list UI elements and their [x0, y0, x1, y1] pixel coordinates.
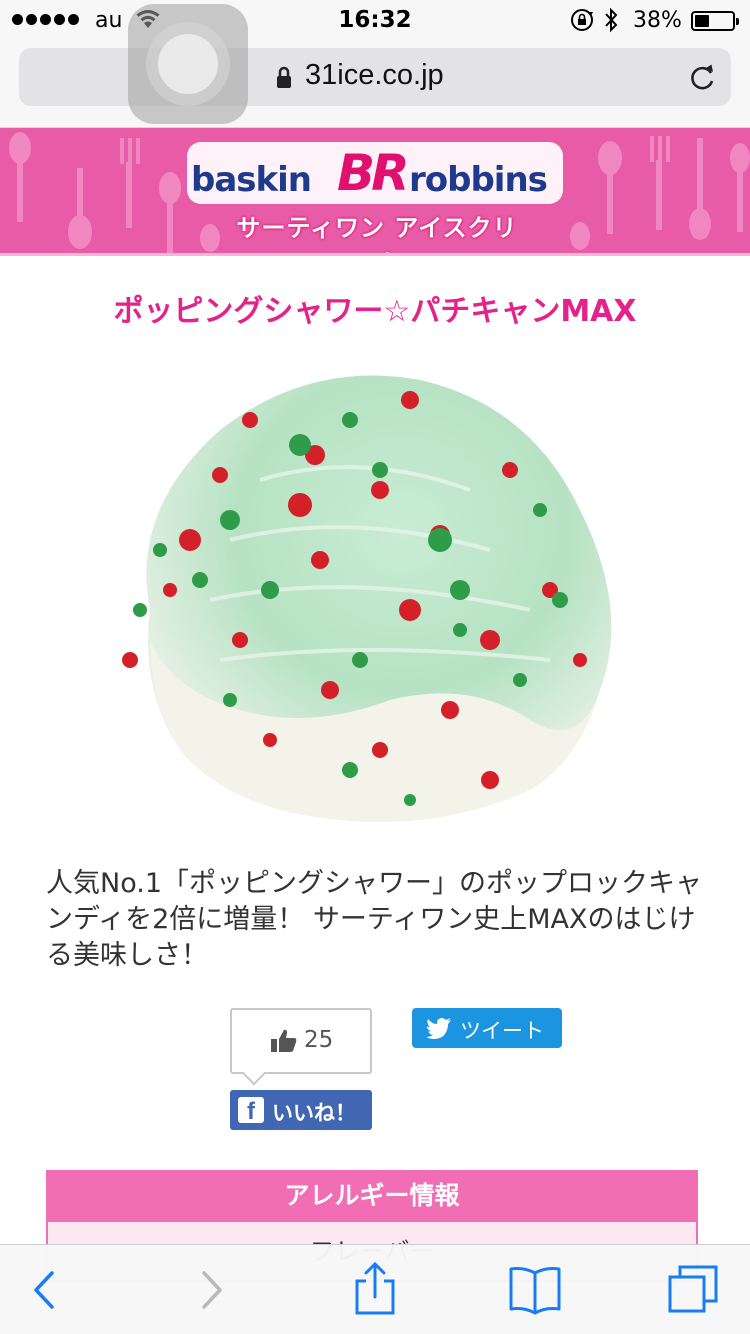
- assistive-touch-button[interactable]: [128, 4, 248, 124]
- facebook-like-button[interactable]: f いいね！: [230, 1090, 372, 1130]
- rotation-lock-icon: [569, 8, 595, 38]
- tabs-icon: [668, 1265, 718, 1313]
- back-icon: [34, 1271, 54, 1309]
- product-description: 人気No.1「ポッピングシャワー」のポップロックキャンディを2倍に増量！ サーテ…: [46, 868, 703, 971]
- back-button[interactable]: [0, 1245, 90, 1334]
- like-count: 25: [304, 1027, 334, 1053]
- like-count-box: 25: [230, 1008, 372, 1086]
- battery-percentage: 38%: [633, 8, 682, 33]
- thumbs-up-icon: [270, 1028, 298, 1058]
- padlock-icon: [275, 66, 293, 94]
- status-bar: au 16:32 38%: [0, 0, 750, 40]
- battery-icon: [691, 11, 739, 31]
- facebook-icon: f: [238, 1097, 264, 1123]
- tweet-button[interactable]: ツイート: [412, 1008, 562, 1048]
- share-button[interactable]: [330, 1245, 420, 1334]
- allergy-header: アレルギー情報: [46, 1170, 698, 1222]
- safari-bottom-toolbar: [0, 1244, 750, 1334]
- bookmarks-icon: [509, 1267, 561, 1315]
- safari-address-bar: 31ice.co.jp: [0, 40, 750, 128]
- baskin-robbins-logo[interactable]: baskin BR robbins サーティワン アイスクリーム: [187, 142, 563, 253]
- url-text: 31ice.co.jp: [305, 59, 444, 91]
- logo-subtitle: サーティワン アイスクリーム: [236, 214, 518, 253]
- forward-icon: [202, 1271, 222, 1309]
- battery-level-fill: [695, 15, 709, 27]
- bookmarks-button[interactable]: [490, 1245, 580, 1334]
- product-title: ポッピングシャワー☆パチキャンMAX: [113, 294, 637, 329]
- forward-button[interactable]: [166, 1245, 256, 1334]
- url-field[interactable]: 31ice.co.jp: [19, 48, 731, 106]
- bluetooth-icon: [603, 7, 619, 39]
- site-header-banner: baskin BR robbins サーティワン アイスクリーム: [0, 128, 750, 256]
- logo-text-baskin: baskin: [191, 160, 312, 200]
- logo-text-robbins: robbins: [409, 160, 548, 200]
- share-icon: [355, 1261, 395, 1315]
- reload-icon[interactable]: [689, 62, 717, 96]
- tabs-button[interactable]: [650, 1245, 740, 1334]
- facebook-like-label: いいね！: [272, 1101, 356, 1125]
- twitter-bird-icon: [426, 1017, 452, 1043]
- ice-cream-scoop-image: [122, 375, 612, 822]
- logo-br-mark: BR: [337, 144, 410, 202]
- tweet-label: ツイート: [460, 1019, 544, 1043]
